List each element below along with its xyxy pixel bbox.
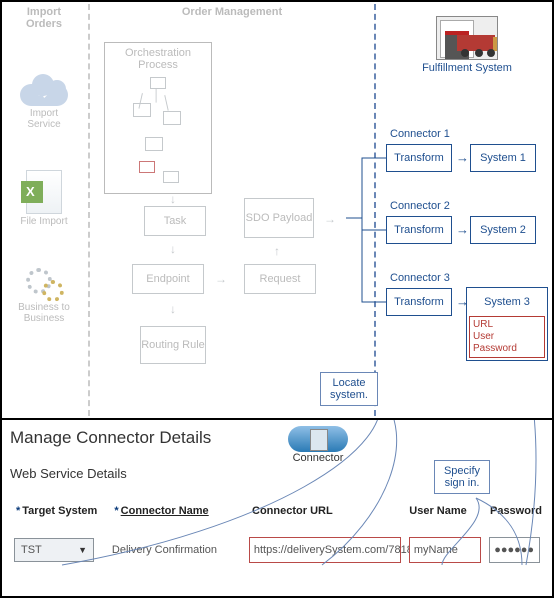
col-user-name: User Name (403, 501, 484, 521)
connector-1-label: Connector 1 (390, 128, 450, 140)
table-header: *Target System *Connector Name Connector… (10, 501, 544, 521)
request-box: Request (244, 264, 316, 294)
target-system-value: TST (21, 544, 42, 556)
note-locate: Locate system. (320, 372, 378, 406)
orchestration-title: Orchestration Process (109, 47, 207, 71)
connector-icon: Connector (280, 426, 356, 464)
transform-3: Transform (386, 288, 452, 316)
architecture-diagram: Import Orders Order Management ⇆ Import … (2, 2, 552, 420)
col-password: Password (484, 501, 544, 521)
connector-url-input[interactable]: https://deliverySystem.com/7818. (249, 537, 401, 563)
connector-2-label: Connector 2 (390, 200, 450, 212)
sdo-box: SDO Payload (244, 198, 314, 238)
chevron-down-icon: ▼ (78, 545, 87, 555)
task-box: Task (144, 206, 206, 236)
sys3-user: User (473, 331, 541, 343)
header-order-management: Order Management (162, 6, 302, 18)
target-system-select[interactable]: TST ▼ (14, 538, 94, 562)
divider-1 (88, 4, 90, 416)
system-2: System 2 (470, 216, 536, 244)
password-input[interactable]: ●●●●●● (489, 537, 540, 563)
user-name-input[interactable]: myName (409, 537, 481, 563)
system-3-box: System 3 URL User Password (466, 287, 548, 361)
b2b-icon: Business to Business (16, 266, 72, 324)
connector-name-value: Delivery Confirmation (108, 542, 245, 558)
fulfillment-system-icon: Fulfillment System (420, 16, 514, 74)
col-connector-url: Connector URL (246, 501, 403, 521)
transform-1: Transform (386, 144, 452, 172)
connector-3-label: Connector 3 (390, 272, 450, 284)
endpoint-box: Endpoint (132, 264, 204, 294)
details-panel: Manage Connector Details Web Service Det… (2, 420, 552, 596)
transform-2: Transform (386, 216, 452, 244)
orchestration-process-box: Orchestration Process │ ╲ ╱ (104, 42, 212, 194)
note-specify: Specify sign in. (434, 460, 490, 494)
system-3-label: System 3 (467, 288, 547, 316)
sys3-url: URL (473, 319, 541, 331)
page-title: Manage Connector Details (10, 428, 544, 448)
header-import-orders: Import Orders (14, 6, 74, 30)
divider-2 (374, 4, 376, 416)
col-connector-name[interactable]: Connector Name (121, 505, 209, 517)
routing-box: Routing Rule (140, 326, 206, 364)
file-import-icon: File Import (16, 170, 72, 227)
system-1: System 1 (470, 144, 536, 172)
sys3-password: Password (473, 343, 541, 355)
import-service-icon: ⇆ Import Service (16, 74, 72, 130)
table-row: TST ▼ Delivery Confirmation https://deli… (10, 535, 544, 565)
col-target: Target System (22, 505, 97, 517)
